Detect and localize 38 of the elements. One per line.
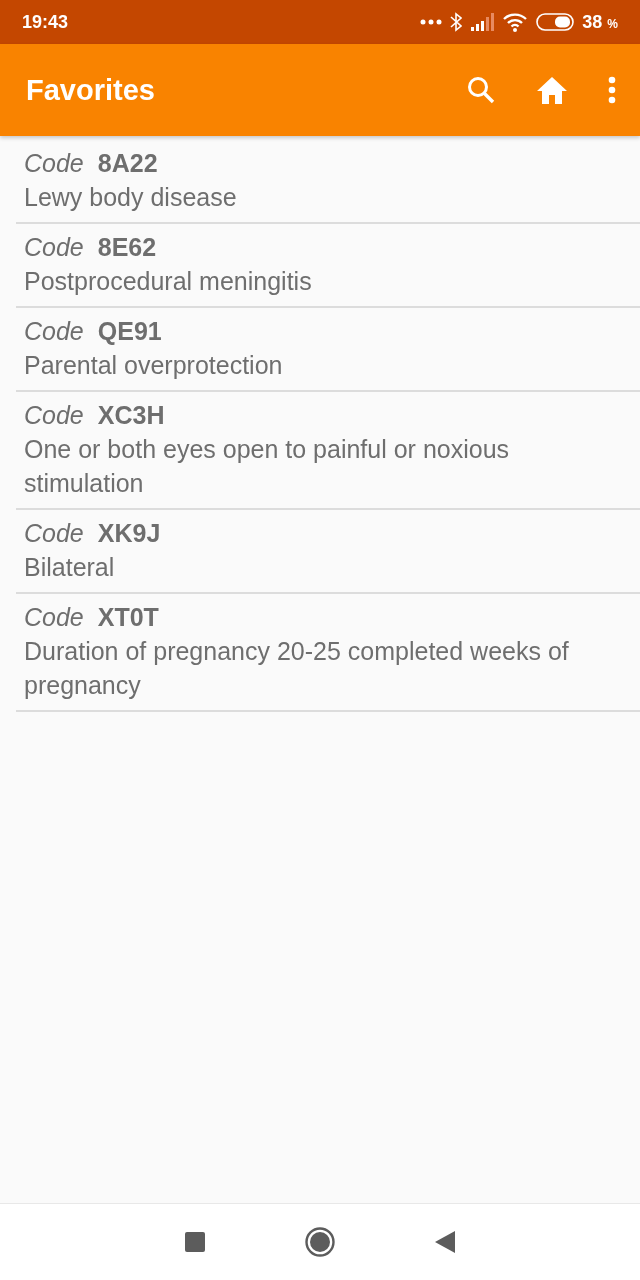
clock: 19:43 [22, 11, 69, 33]
favorite-item[interactable]: Code XK9J Bilateral [16, 510, 640, 594]
code-label: Code [24, 148, 84, 179]
wifi-icon [502, 12, 529, 32]
description: Postprocedural meningitis [24, 266, 313, 297]
description: One or both eyes open to painful or noxious stimulation [24, 434, 511, 499]
more-dots-icon [420, 19, 443, 25]
description: Bilateral [24, 552, 116, 583]
back-button[interactable] [435, 1231, 455, 1253]
description: Duration of pregnancy 20-25 completed weeks of pregnancy [24, 636, 570, 701]
favorite-item[interactable]: Code QE91 Parental overprotection [16, 308, 640, 392]
code-label: Code [24, 518, 84, 549]
code-label: Code [24, 602, 84, 633]
description: Lewy body disease [24, 182, 238, 213]
description: Parental overprotection [24, 350, 284, 381]
screen-title: Favorites [26, 73, 156, 107]
home-icon [536, 76, 568, 104]
code-label: Code [24, 400, 84, 431]
search-icon [466, 75, 496, 105]
favorite-item[interactable]: Code 8A22 Lewy body disease [16, 140, 640, 224]
code-value: XT0T [97, 602, 159, 633]
favorite-item[interactable]: Code XC3H One or both eyes open to painful or noxious stimulation [16, 392, 640, 510]
code-value: QE91 [97, 316, 162, 347]
menu-icon [608, 76, 616, 104]
signal-icon [470, 13, 495, 31]
code-value: 8E62 [97, 232, 157, 263]
code-value: 8A22 [97, 148, 158, 179]
code-value: XK9J [97, 518, 161, 549]
code-label: Code [24, 316, 84, 347]
bluetooth-icon [450, 12, 463, 32]
battery-percent: 38 % [582, 11, 618, 33]
code-value: XC3H [97, 400, 165, 431]
favorite-item[interactable]: Code 8E62 Postprocedural meningitis [16, 224, 640, 308]
battery-icon [536, 13, 575, 31]
code-label: Code [24, 232, 84, 263]
recents-button[interactable] [185, 1232, 205, 1252]
favorite-item[interactable]: Code XT0T Duration of pregnancy 20-25 completed weeks of pregnancy [16, 594, 640, 712]
home-button[interactable] [305, 1227, 335, 1257]
